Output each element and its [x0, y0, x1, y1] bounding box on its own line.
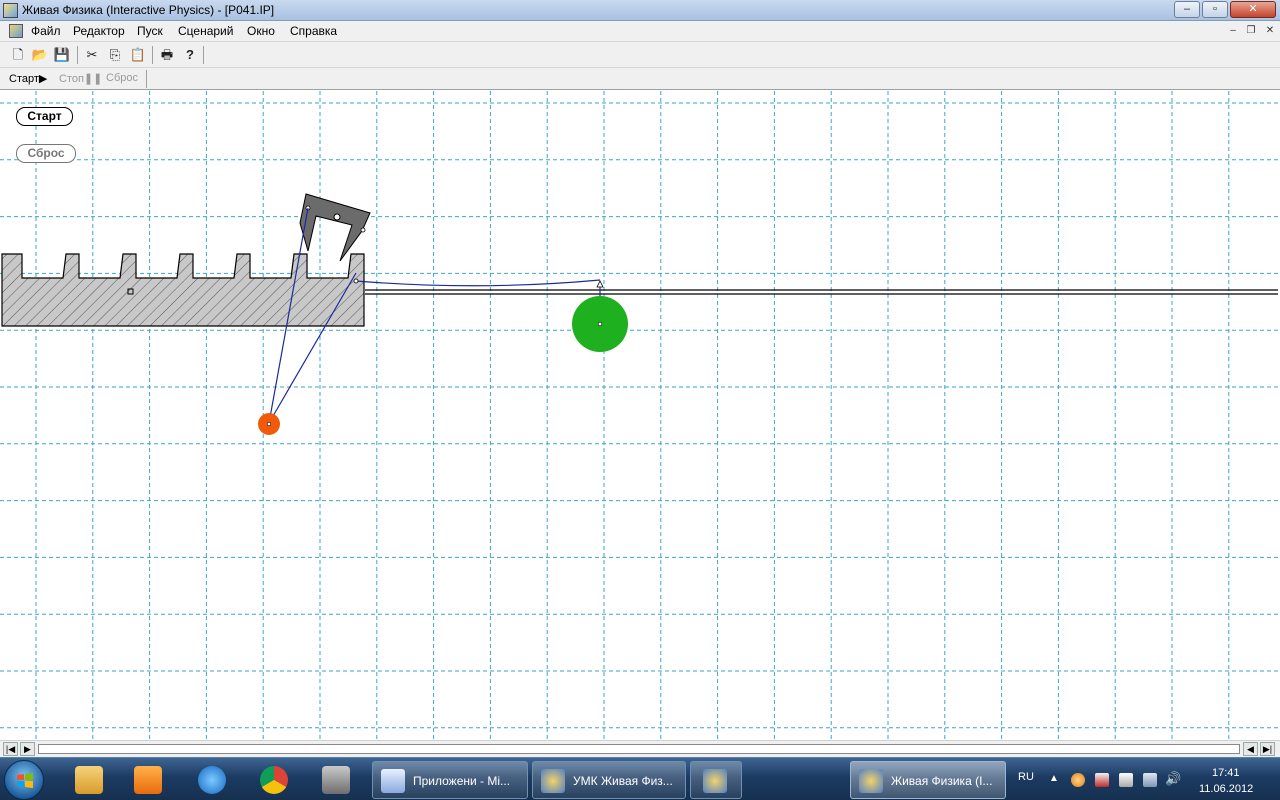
tray-device-icon[interactable] [1119, 773, 1133, 787]
scroll-first-icon[interactable]: |◀ [3, 742, 18, 756]
run-start-button[interactable]: Старт▶ [9, 72, 47, 85]
run-controls-bar: Старт▶ Стоп❚❚ Сброс [0, 68, 1280, 90]
explorer-icon [75, 766, 103, 794]
save-icon[interactable]: 💾 [52, 45, 72, 65]
taskbar: Приложени - Mi... УМК Живая Физ... Живая… [0, 757, 1280, 800]
pulley-hook [596, 280, 604, 288]
chrome-pin[interactable] [247, 761, 301, 799]
grid-lines [0, 91, 1280, 740]
menu-bar: Файл Редактор Пуск Сценарий Окно Справка… [0, 21, 1280, 42]
horizontal-scrollbar[interactable]: |◀ ▶ ◀ ▶| [0, 740, 1280, 757]
paste-icon[interactable]: 📋 [128, 45, 148, 65]
menu-run[interactable]: Пуск [137, 24, 163, 38]
pawl-joint-right [360, 227, 366, 233]
task-label: УМК Живая Физ... [573, 774, 673, 788]
printer-pin[interactable] [309, 761, 363, 799]
mdi-restore-button[interactable]: ❐ [1244, 25, 1258, 39]
toolbar-separator [203, 46, 204, 64]
print-icon[interactable]: 🖶 [157, 45, 177, 65]
menu-window[interactable]: Окно [247, 24, 275, 38]
app-icon[interactable] [3, 3, 18, 18]
clock-time[interactable]: 17:41 [1212, 767, 1240, 779]
menu-help[interactable]: Справка [290, 24, 337, 38]
ratchet-pawl[interactable] [299, 193, 371, 262]
task-label: Приложени - Mi... [413, 774, 511, 788]
task-umk-physics[interactable]: УМК Живая Физ... [532, 761, 686, 799]
rope-to-pulley [355, 279, 601, 287]
reset-button[interactable]: Сброс [16, 144, 76, 163]
simulation-workspace[interactable]: Старт Сброс [0, 91, 1280, 740]
show-hidden-icons-icon[interactable]: ▲ [1049, 773, 1059, 784]
window-title: Живая Физика (Interactive Physics) - [P0… [22, 3, 275, 17]
run-stop-button[interactable]: Стоп❚❚ [59, 72, 102, 85]
mdi-minimize-button[interactable]: – [1226, 25, 1240, 39]
start-orb[interactable] [4, 760, 44, 800]
windows-logo-icon [17, 773, 33, 788]
simulation-canvas[interactable] [0, 91, 1280, 740]
pawl-pivot [333, 213, 341, 221]
new-file-icon[interactable]: 🗋 [8, 45, 28, 65]
start-button[interactable]: Старт [16, 107, 73, 126]
media-player-icon [134, 766, 162, 794]
explorer-pin[interactable] [62, 761, 116, 799]
task-zhivaya-fizika[interactable]: Живая Физика (I... [850, 761, 1006, 799]
task-word-document[interactable]: Приложени - Mi... [372, 761, 528, 799]
scroll-right-icon[interactable]: ▶ [20, 742, 35, 756]
media-player-pin[interactable] [121, 761, 175, 799]
tray-flag-icon[interactable] [1095, 773, 1109, 787]
language-indicator[interactable]: RU [1018, 771, 1034, 783]
interactive-physics-icon [703, 769, 727, 793]
runbar-separator [146, 70, 147, 88]
chrome-icon [260, 766, 288, 794]
scroll-last-icon[interactable]: ▶| [1260, 742, 1275, 756]
toolbar-separator [152, 46, 153, 64]
menu-file[interactable]: Файл [31, 24, 61, 38]
cut-icon[interactable]: ✂ [82, 45, 102, 65]
green-ball-center [597, 321, 603, 327]
orange-ball-center [266, 421, 272, 427]
open-folder-icon[interactable]: 📂 [30, 45, 50, 65]
menu-editor[interactable]: Редактор [73, 24, 125, 38]
tray-app-icon[interactable] [1071, 773, 1085, 787]
maximize-button[interactable]: ▫ [1202, 1, 1228, 18]
word-icon [381, 769, 405, 793]
copy-icon[interactable]: ⎘ [105, 45, 125, 65]
internet-explorer-icon [198, 766, 226, 794]
run-reset-button[interactable]: Сброс [106, 72, 138, 84]
rope-anchor [353, 278, 359, 284]
document-icon[interactable] [9, 24, 23, 38]
clock-date[interactable]: 11.06.2012 [1199, 783, 1253, 795]
window-titlebar[interactable]: Живая Физика (Interactive Physics) - [P0… [0, 0, 1280, 21]
network-icon[interactable] [1143, 773, 1157, 787]
interactive-physics-icon [859, 769, 883, 793]
help-icon[interactable]: ? [180, 45, 200, 65]
scroll-left-icon[interactable]: ◀ [1243, 742, 1258, 756]
toolbar: 🗋 📂 💾 ✂ ⎘ 📋 🖶 ? [0, 42, 1280, 68]
internet-explorer-pin[interactable] [185, 761, 239, 799]
printer-icon [322, 766, 350, 794]
scroll-thumb[interactable] [38, 744, 1240, 754]
task-label: Живая Физика (I... [891, 774, 993, 788]
interactive-physics-icon [541, 769, 565, 793]
menu-script[interactable]: Сценарий [178, 24, 233, 38]
task-physics-secondary[interactable] [690, 761, 742, 799]
mdi-close-button[interactable]: ✕ [1263, 25, 1277, 39]
toothed-rack[interactable] [1, 253, 365, 327]
volume-icon[interactable]: 🔊 [1165, 771, 1181, 787]
close-button[interactable]: ✕ [1230, 1, 1276, 18]
minimize-button[interactable]: – [1174, 1, 1200, 18]
toolbar-separator [77, 46, 78, 64]
